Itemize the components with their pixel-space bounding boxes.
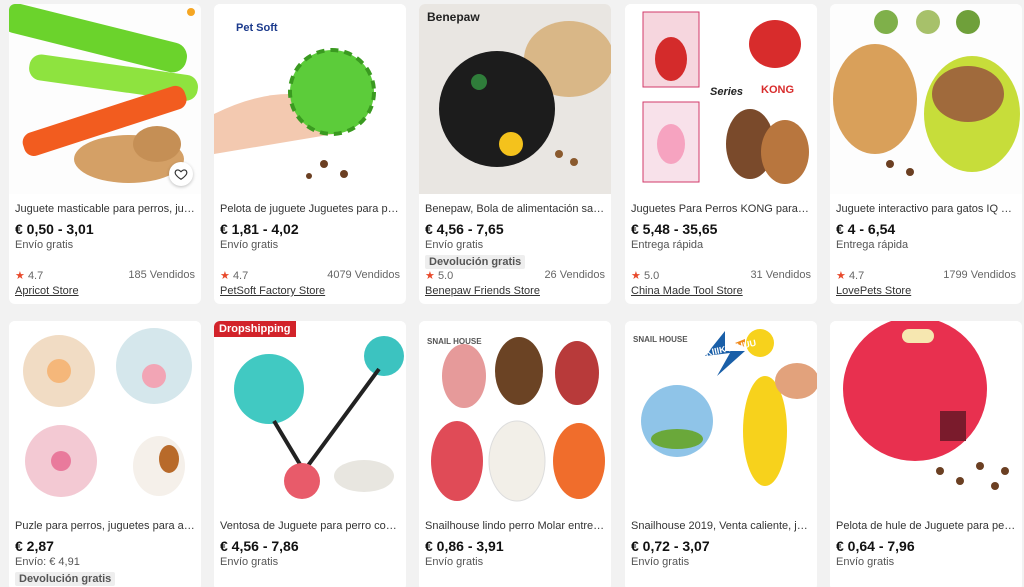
- product-image[interactable]: [830, 4, 1022, 194]
- star-icon: ★: [836, 270, 846, 282]
- product-image[interactable]: [9, 321, 201, 511]
- sold-count: 4079 Vendidos: [327, 269, 400, 281]
- plush-toys-illustration: [419, 321, 611, 511]
- series-label: Series: [710, 86, 744, 98]
- rating-row: ★ 5.0 26 Vendidos: [425, 269, 605, 282]
- product-price: € 1,81 - 4,02: [220, 221, 299, 237]
- brand-logo: Benepaw: [427, 10, 480, 24]
- shipping-info: Envío gratis: [836, 556, 895, 568]
- product-image[interactable]: SNAIL HOUSE KIIIK KIUUU: [625, 321, 817, 511]
- brand-logo: SNAIL HOUSE: [633, 335, 688, 344]
- store-link[interactable]: Apricot Store: [15, 285, 79, 297]
- free-return-badge: Devolución gratis: [425, 255, 526, 269]
- product-card[interactable]: Pet Soft Pelota de juguete Juguetes para…: [214, 4, 406, 304]
- product-price: € 2,87: [15, 538, 54, 554]
- store-link[interactable]: Benepaw Friends Store: [425, 285, 540, 297]
- product-price: € 4,56 - 7,65: [425, 221, 504, 237]
- product-image[interactable]: Benepaw: [419, 4, 611, 194]
- sold-count: 31 Vendidos: [750, 269, 811, 281]
- product-title[interactable]: Ventosa de Juguete para perro con bola: [220, 520, 400, 533]
- food-ball-illustration: [419, 4, 611, 194]
- product-title[interactable]: Snailhouse lindo perro Molar entrenamien…: [425, 520, 605, 533]
- rating-row: ★ 4.7 4079 Vendidos: [220, 269, 400, 282]
- product-card[interactable]: Juguete interactivo para gatos IQ Treat …: [830, 4, 1022, 304]
- product-price: € 4,56 - 7,86: [220, 538, 299, 554]
- rating-value: 5.0: [643, 270, 660, 282]
- star-icon: ★: [631, 270, 641, 282]
- shipping-info: Envío gratis: [425, 239, 484, 251]
- product-title[interactable]: Pelota de juguete Juguetes para perros: [220, 203, 400, 216]
- iq-treat-illustration: [830, 4, 1022, 194]
- free-return-badge: Devolución gratis: [15, 572, 116, 586]
- kong-toys-illustration: [625, 4, 817, 194]
- rating-value: 5.0: [437, 270, 454, 282]
- shipping-info: Envío gratis: [220, 556, 279, 568]
- rating-value: 4.7: [232, 270, 249, 282]
- shipping-info: Envío gratis: [15, 239, 74, 251]
- product-price: € 0,86 - 3,91: [425, 538, 504, 554]
- product-price: € 0,72 - 3,07: [631, 538, 710, 554]
- shipping-info: Entrega rápida: [836, 239, 909, 251]
- star-icon: ★: [220, 270, 230, 282]
- product-card[interactable]: Juguete masticable para perros, juguetes…: [9, 4, 201, 304]
- product-card[interactable]: Series KONG Juguetes Para Perros KONG pa…: [625, 4, 817, 304]
- rating-value: 4.7: [27, 270, 44, 282]
- product-title[interactable]: Pelota de hule de Juguete para perros: [836, 520, 1016, 533]
- product-image[interactable]: Series KONG: [625, 4, 817, 194]
- sold-count: 26 Vendidos: [544, 269, 605, 281]
- suction-toy-illustration: [214, 321, 406, 511]
- rating-row: ★ 4.7 1799 Vendidos: [836, 269, 1016, 282]
- store-link[interactable]: LovePets Store: [836, 285, 911, 297]
- product-card[interactable]: Benepaw Benepaw, Bola de alimentación sa…: [419, 4, 611, 304]
- rubber-ball-illustration: [830, 321, 1022, 511]
- star-icon: ★: [15, 270, 25, 282]
- rating-row: ★ 4.7 185 Vendidos: [15, 269, 195, 282]
- product-card[interactable]: SNAIL HOUSE KIIIK KIUUU Snailhouse 2019,…: [625, 321, 817, 587]
- product-card[interactable]: Puzle para perros, juguetes para aumenta…: [9, 321, 201, 587]
- puzzle-toys-illustration: [9, 321, 201, 511]
- product-card[interactable]: Dropshipping Ventosa de Juguete para per…: [214, 321, 406, 587]
- product-title[interactable]: Benepaw, Bola de alimentación saludable: [425, 203, 605, 216]
- store-link[interactable]: PetSoft Factory Store: [220, 285, 325, 297]
- dropshipping-tag: Dropshipping: [214, 321, 296, 337]
- shipping-info: Envío gratis: [631, 556, 690, 568]
- store-link[interactable]: China Made Tool Store: [631, 285, 743, 297]
- sold-count: 1799 Vendidos: [943, 269, 1016, 281]
- product-image[interactable]: [9, 4, 201, 194]
- product-card[interactable]: Pelota de hule de Juguete para perros € …: [830, 321, 1022, 587]
- sold-count: 185 Vendidos: [128, 269, 195, 281]
- brand-logo: Pet Soft: [236, 22, 278, 34]
- product-title[interactable]: Snailhouse 2019, Venta caliente, juguete: [631, 520, 811, 533]
- product-title[interactable]: Juguete masticable para perros, juguetes: [15, 203, 195, 216]
- product-title[interactable]: Puzle para perros, juguetes para aumenta…: [15, 520, 195, 533]
- shipping-info: Envío gratis: [220, 239, 279, 251]
- star-icon: ★: [425, 270, 435, 282]
- product-title[interactable]: Juguete interactivo para gatos IQ Treat: [836, 203, 1016, 216]
- product-image[interactable]: Dropshipping: [214, 321, 406, 511]
- shipping-info: Envío gratis: [425, 556, 484, 568]
- product-price: € 0,50 - 3,01: [15, 221, 94, 237]
- product-image[interactable]: Pet Soft: [214, 4, 406, 194]
- brand-logo: SNAIL HOUSE: [427, 337, 482, 346]
- product-image[interactable]: [830, 321, 1022, 511]
- shipping-info: Entrega rápida: [631, 239, 704, 251]
- product-price: € 5,48 - 35,65: [631, 221, 718, 237]
- product-title[interactable]: Juguetes Para Perros KONG para cachorros: [631, 203, 811, 216]
- shipping-info: Envío: € 4,91: [15, 556, 80, 568]
- product-price: € 4 - 6,54: [836, 221, 896, 237]
- rating-row: ★ 5.0 31 Vendidos: [631, 269, 811, 282]
- wishlist-heart-icon[interactable]: [169, 162, 193, 186]
- product-price: € 0,64 - 7,96: [836, 538, 915, 554]
- brand-logo: KONG: [761, 84, 794, 96]
- product-card[interactable]: SNAIL HOUSE Snailhouse lindo perro Molar…: [419, 321, 611, 587]
- rating-value: 4.7: [848, 270, 865, 282]
- product-image[interactable]: SNAIL HOUSE: [419, 321, 611, 511]
